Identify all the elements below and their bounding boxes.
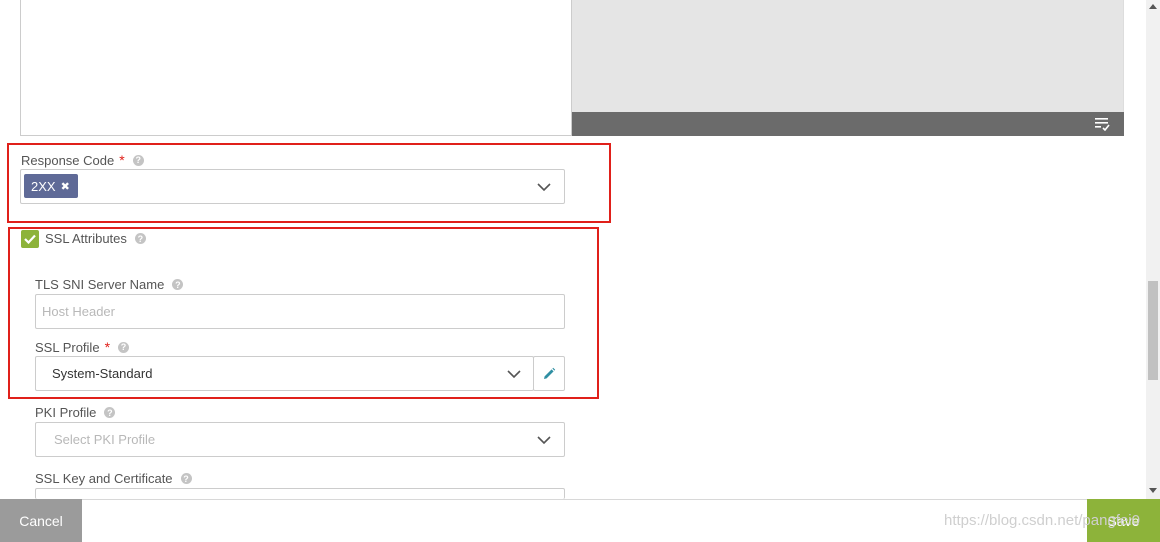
- ssl-profile-value: System-Standard: [52, 366, 153, 381]
- tls-sni-input[interactable]: Host Header: [35, 294, 565, 329]
- tag-label: 2XX: [31, 178, 56, 194]
- help-icon[interactable]: ?: [118, 341, 130, 353]
- help-icon[interactable]: ?: [180, 473, 192, 484]
- ssl-key-cert-select[interactable]: [35, 488, 565, 499]
- pki-profile-select[interactable]: Select PKI Profile: [35, 422, 565, 457]
- cancel-button[interactable]: Cancel: [0, 499, 82, 542]
- ssl-profile-select[interactable]: System-Standard: [35, 356, 534, 391]
- chevron-down-icon[interactable]: [536, 435, 552, 445]
- scroll-up-arrow-icon[interactable]: [1149, 3, 1157, 9]
- response-code-label-row: Response Code *?: [21, 152, 144, 168]
- help-icon[interactable]: ?: [134, 233, 146, 244]
- ssl-attributes-label: SSL Attributes: [45, 231, 127, 246]
- pki-profile-label-row: PKI Profile?: [35, 405, 116, 420]
- pki-profile-label: PKI Profile: [35, 405, 97, 420]
- ssl-profile-edit-button[interactable]: [533, 356, 565, 391]
- ssl-key-cert-label-row: SSL Key and Certificate?: [35, 471, 192, 486]
- ssl-profile-label: SSL Profile: [35, 339, 100, 355]
- scrollbar-thumb[interactable]: [1148, 281, 1158, 380]
- ssl-attributes-checkbox[interactable]: [21, 230, 39, 248]
- chevron-down-icon[interactable]: [536, 182, 552, 192]
- required-mark: *: [119, 152, 125, 168]
- wrap-text-icon[interactable]: [1094, 117, 1110, 131]
- required-mark: *: [104, 339, 111, 355]
- help-icon[interactable]: ?: [172, 279, 184, 290]
- close-icon[interactable]: ✖: [61, 180, 70, 193]
- code-preview-panel: [572, 0, 1124, 112]
- vertical-scrollbar[interactable]: [1146, 0, 1160, 499]
- ssl-key-cert-label: SSL Key and Certificate: [35, 471, 173, 486]
- code-preview-toolbar: [572, 112, 1124, 136]
- scroll-down-arrow-icon[interactable]: [1149, 488, 1157, 494]
- help-icon[interactable]: ?: [104, 407, 116, 418]
- chevron-down-icon[interactable]: [506, 369, 522, 379]
- response-code-select[interactable]: [20, 169, 565, 204]
- ssl-profile-label-row: SSL Profile *?: [35, 339, 130, 355]
- pencil-icon: [544, 367, 556, 379]
- tls-sni-label: TLS SNI Server Name: [35, 277, 165, 292]
- help-icon[interactable]: ?: [132, 154, 144, 166]
- watermark: https://blog.csdn.net/pangfei0: [944, 512, 1140, 529]
- request-body-textarea[interactable]: [20, 0, 572, 136]
- tls-sni-label-row: TLS SNI Server Name?: [35, 277, 184, 292]
- tls-sni-placeholder: Host Header: [42, 304, 115, 319]
- ssl-attributes-label-row: SSL Attributes?: [45, 231, 146, 246]
- pki-profile-placeholder: Select PKI Profile: [54, 432, 156, 447]
- response-code-label: Response Code: [21, 152, 115, 168]
- response-code-tag[interactable]: 2XX ✖: [24, 174, 78, 198]
- checkmark-icon: [24, 234, 36, 244]
